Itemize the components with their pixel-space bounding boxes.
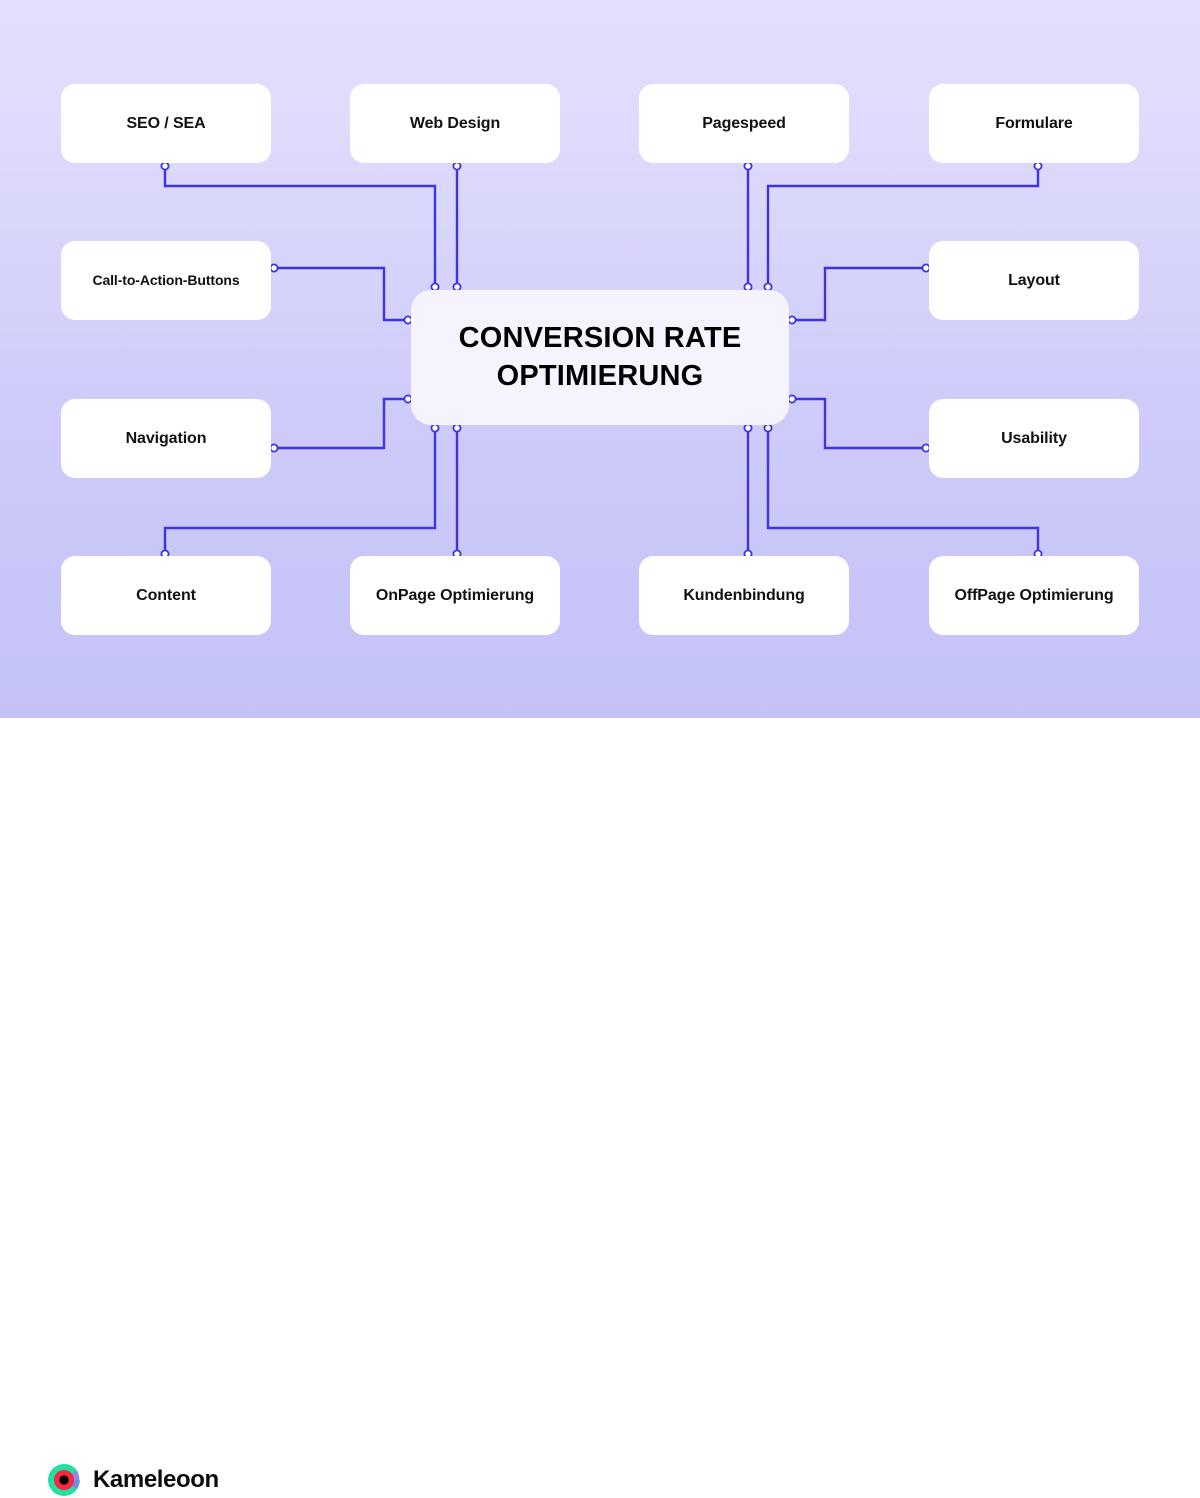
node-label: Usability [1001,429,1067,447]
connector-endpoint-dot [160,161,170,171]
node-label: Layout [1008,271,1060,289]
node-usability[interactable]: Usability [929,399,1139,478]
center-node[interactable]: CONVERSION RATE OPTIMIERUNG [411,290,789,425]
node-label: Navigation [125,429,207,447]
node-onpage-optimierung[interactable]: OnPage Optimierung [350,556,560,635]
center-title-line-2: OPTIMIERUNG [496,359,704,392]
diagram-canvas: SEO / SEA Web Design Pagespeed Formulare… [0,0,1200,1496]
node-label: Formulare [995,114,1073,132]
node-label: Content [136,586,196,604]
node-kundenbindung[interactable]: Kundenbindung [639,556,849,635]
footer-bar: Kameleoon [0,718,1200,1496]
connector-endpoint-dot [452,423,462,433]
node-label: SEO / SEA [126,114,206,132]
connector-endpoint-dot [1033,161,1043,171]
connector-endpoint-dot [452,161,462,171]
node-layout[interactable]: Layout [929,241,1139,320]
connector-layout-to-center [792,266,926,322]
node-call-to-action-buttons[interactable]: Call-to-Action-Buttons [61,241,271,320]
connector-usability-to-center [792,397,926,450]
brand-name: Kameleoon [93,1466,219,1493]
node-content[interactable]: Content [61,556,271,635]
node-navigation[interactable]: Navigation [61,399,271,478]
kameleoon-logo-icon [48,1463,80,1496]
connector-endpoint-dot [269,263,279,273]
node-label: Web Design [409,114,501,132]
connector-endpoint-dot [743,423,753,433]
connector-navigation-to-center [274,397,408,450]
center-node-title: CONVERSION RATE OPTIMIERUNG [459,320,742,394]
connector-endpoint-dot [763,423,773,433]
connector-endpoint-dot [269,443,279,453]
node-pagespeed[interactable]: Pagespeed [639,84,849,163]
connector-cta-buttons-to-center [274,266,408,322]
center-title-line-1: CONVERSION RATE [458,322,742,355]
node-label: Kundenbindung [683,586,805,604]
connector-endpoint-dot [743,161,753,171]
node-web-design[interactable]: Web Design [350,84,560,163]
node-formulare[interactable]: Formulare [929,84,1139,163]
connector-endpoint-dot [787,315,797,325]
connector-endpoint-dot [787,394,797,404]
node-label: Call-to-Action-Buttons [92,271,240,288]
brand-logo: Kameleoon [46,1462,219,1498]
node-seo-sea[interactable]: SEO / SEA [61,84,271,163]
node-label: OnPage Optimierung [375,586,535,604]
connector-endpoint-dot [430,423,440,433]
node-offpage-optimierung[interactable]: OffPage Optimierung [929,556,1139,635]
node-label: Pagespeed [702,114,786,132]
diagram-stage: SEO / SEA Web Design Pagespeed Formulare… [0,0,1200,718]
node-label: OffPage Optimierung [954,586,1114,604]
